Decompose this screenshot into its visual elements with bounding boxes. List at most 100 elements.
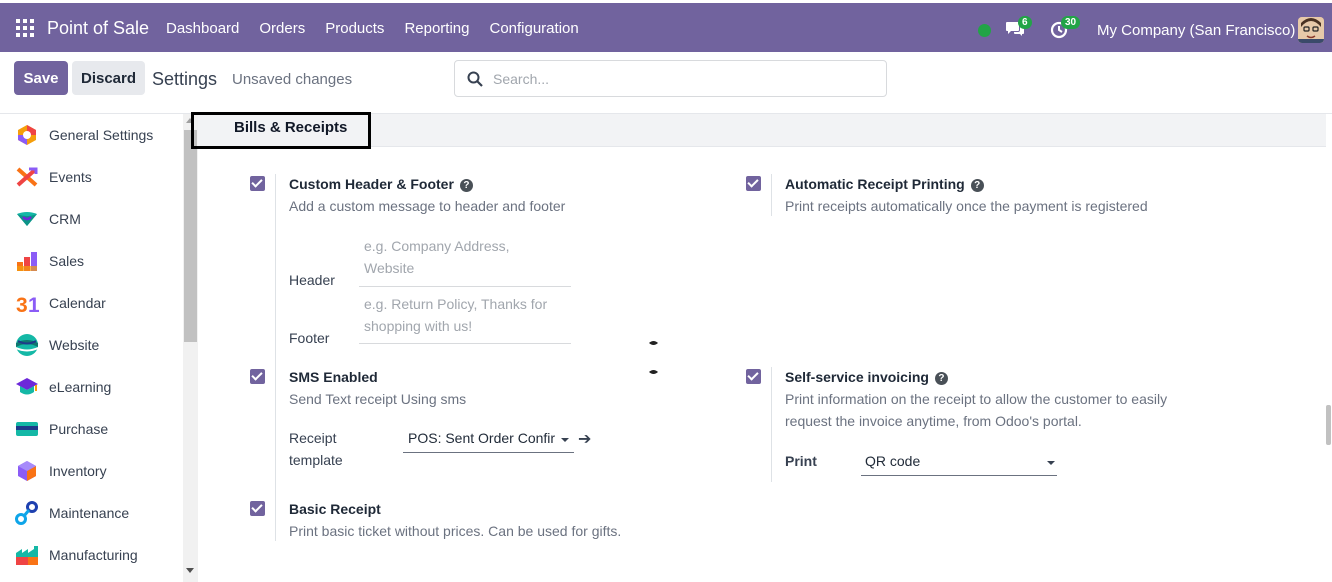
save-button[interactable]: Save: [14, 61, 68, 95]
settings-sidebar: General Settings Events CRM Sales 3 1 Ca…: [0, 114, 183, 582]
control-panel: Save Discard Settings Unsaved changes Se…: [0, 52, 1332, 114]
search-icon: [467, 71, 483, 87]
menu-orders[interactable]: Orders: [259, 20, 305, 37]
menu-configuration[interactable]: Configuration: [489, 20, 578, 37]
option-title: Self-service invoicing?: [785, 369, 948, 385]
search-placeholder: Search...: [493, 71, 550, 87]
app-name[interactable]: Point of Sale: [47, 18, 149, 39]
sidebar-item-label: Purchase: [49, 421, 109, 437]
option-description: Add a custom message to header and foote…: [289, 198, 566, 214]
sidebar-item-label: General Settings: [49, 127, 154, 143]
settings-content: Bills & Receipts Custom Header & Footer?…: [191, 112, 1332, 582]
elearning-icon: [16, 378, 38, 395]
help-icon[interactable]: ?: [934, 372, 948, 385]
header-label: Header: [289, 272, 335, 288]
sidebar-item-manufacturing[interactable]: Manufacturing: [0, 534, 183, 576]
menu-dashboard[interactable]: Dashboard: [166, 20, 239, 37]
option-title: SMS Enabled: [289, 369, 378, 385]
option-divider: [771, 174, 772, 216]
print-select[interactable]: QR code: [861, 453, 1057, 476]
sidebar-scrollbar-thumb[interactable]: [184, 130, 197, 342]
footer-textarea[interactable]: e.g. Return Policy, Thanks for shopping …: [359, 293, 571, 344]
calendar-icon: 3 1: [16, 294, 39, 315]
receipt-template-select[interactable]: POS: Sent Order Confir: [403, 430, 574, 453]
crm-icon: [17, 212, 37, 226]
sidebar-item-label: Events: [49, 169, 92, 185]
user-avatar[interactable]: [1298, 17, 1324, 43]
sidebar-item-label: CRM: [49, 211, 81, 227]
sidebar-item-calendar[interactable]: 3 1 Calendar: [0, 282, 183, 324]
print-label: Print: [785, 453, 817, 469]
sidebar-item-label: Calendar: [49, 295, 106, 311]
manufacturing-icon: [16, 546, 38, 565]
sidebar-item-crm[interactable]: CRM: [0, 198, 183, 240]
help-icon[interactable]: ?: [970, 179, 984, 192]
print-value: QR code: [865, 453, 921, 469]
company-switcher[interactable]: My Company (San Francisco): [1097, 22, 1295, 39]
events-icon: [16, 167, 38, 187]
sidebar-item-website[interactable]: Website: [0, 324, 183, 366]
option-description: Print basic ticket without prices. Can b…: [289, 523, 622, 539]
sidebar-item-label: Sales: [49, 253, 85, 269]
sidebar-item-label: eLearning: [49, 379, 112, 395]
option-divider: [275, 174, 276, 541]
receipt-template-value: POS: Sent Order Confir: [408, 430, 556, 446]
menu-products[interactable]: Products: [325, 20, 384, 37]
sms-enabled-checkbox[interactable]: [250, 369, 265, 384]
sidebar-item-label: Website: [49, 337, 100, 353]
purchase-icon: [16, 422, 38, 436]
chevron-down-icon: [561, 438, 569, 442]
arrow-right-icon[interactable]: ➔: [578, 429, 591, 449]
menu-reporting[interactable]: Reporting: [404, 20, 469, 37]
content-scrollbar[interactable]: [1326, 405, 1331, 445]
sidebar-item-label: Inventory: [49, 463, 107, 479]
auto-print-checkbox[interactable]: [746, 176, 761, 191]
website-icon: [15, 334, 39, 356]
svg-text:3: 3: [16, 294, 28, 315]
sidebar-item-sales[interactable]: Sales: [0, 240, 183, 282]
header-footer-checkbox[interactable]: [250, 176, 265, 191]
footer-placeholder: e.g. Return Policy, Thanks for: [364, 296, 548, 312]
option-title: Basic Receipt: [289, 501, 381, 517]
sidebar-item-general-settings[interactable]: General Settings: [0, 114, 183, 156]
option-description: Send Text receipt Using sms: [289, 391, 467, 407]
messages-badge: 6: [1018, 16, 1032, 29]
sidebar-item-label: Maintenance: [49, 505, 130, 521]
receipt-template-label: Receipt template: [289, 430, 343, 468]
chevron-down-icon: [1047, 461, 1055, 465]
option-title: Custom Header & Footer?: [289, 176, 473, 192]
sidebar-item-purchase[interactable]: Purchase: [0, 408, 183, 450]
page-title: Settings: [152, 69, 218, 89]
option-title: Automatic Receipt Printing?: [785, 176, 984, 192]
maintenance-icon: [15, 501, 38, 525]
header-placeholder: e.g. Company Address,: [364, 238, 510, 254]
sidebar-item-maintenance[interactable]: Maintenance: [0, 492, 183, 534]
inventory-icon: [18, 461, 36, 481]
self-invoice-checkbox[interactable]: [746, 369, 761, 384]
sidebar-item-elearning[interactable]: eLearning: [0, 366, 183, 408]
resize-handle-icon[interactable]: [649, 369, 658, 375]
top-navbar: Point of Sale Dashboard Orders Products …: [0, 3, 1332, 52]
search-input[interactable]: Search...: [454, 60, 887, 97]
activities-badge: 30: [1061, 16, 1081, 29]
discard-button[interactable]: Discard: [72, 61, 145, 95]
option-description: Print information on the receipt to allo…: [785, 391, 1168, 429]
general-settings-icon: [18, 125, 36, 145]
section-title: Bills & Receipts: [234, 119, 348, 136]
header-textarea[interactable]: e.g. Company Address, Website: [359, 235, 571, 287]
resize-handle-icon[interactable]: [649, 340, 658, 346]
option-divider: [771, 367, 772, 482]
online-status-icon: [978, 24, 991, 37]
footer-label: Footer: [289, 330, 330, 346]
sidebar-item-events[interactable]: Events: [0, 156, 183, 198]
option-description: Print receipts automatically once the pa…: [785, 198, 1148, 214]
sales-icon: [17, 252, 37, 271]
sidebar-item-inventory[interactable]: Inventory: [0, 450, 183, 492]
basic-receipt-checkbox[interactable]: [250, 501, 265, 516]
scroll-down-icon[interactable]: [186, 568, 194, 573]
app-switcher-icon[interactable]: [16, 19, 34, 37]
sidebar-item-label: Manufacturing: [49, 547, 138, 563]
unsaved-status: Unsaved changes: [232, 71, 353, 88]
header-placeholder: Website: [364, 260, 415, 276]
help-icon[interactable]: ?: [459, 179, 473, 192]
